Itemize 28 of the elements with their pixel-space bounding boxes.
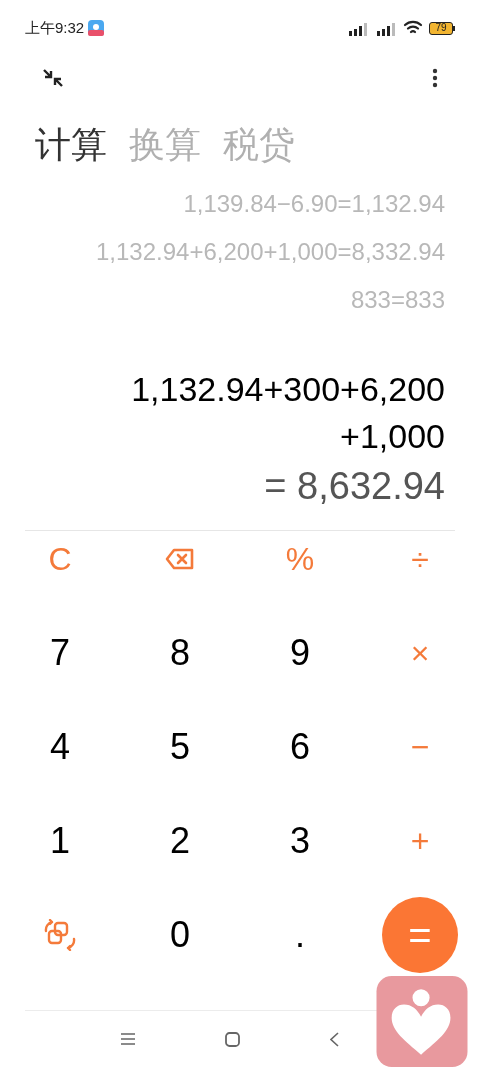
status-time: 上午9:32 (25, 17, 85, 38)
digit-key[interactable]: . (240, 888, 360, 982)
digit-key[interactable]: 0 (120, 888, 240, 982)
tab[interactable]: 计算 (35, 127, 107, 163)
wifi-icon (403, 20, 423, 36)
battery-indicator: 79 (429, 21, 455, 35)
digit-key[interactable]: 5 (120, 700, 240, 794)
digit-key[interactable]: 8 (120, 606, 240, 700)
digit-key[interactable]: 6 (240, 700, 360, 794)
notification-app-icon (88, 20, 105, 36)
signal-icon (347, 20, 369, 36)
digit-key[interactable]: 2 (120, 794, 240, 888)
digit-key[interactable]: 7 (0, 606, 120, 700)
collapse-icon[interactable] (42, 68, 64, 88)
signal-icon (375, 20, 397, 36)
result-text: = 8,632.94 (264, 464, 445, 509)
menu-icon[interactable] (121, 1033, 135, 1045)
more-icon[interactable] (432, 68, 438, 88)
expression-line: +1,000 (340, 416, 445, 457)
digit-key[interactable]: 4 (0, 700, 120, 794)
swap-icon[interactable] (43, 919, 77, 951)
backspace-icon[interactable] (165, 548, 195, 570)
back-icon[interactable] (330, 1031, 339, 1047)
expression-line: 1,132.94+300+6,200 (131, 369, 445, 410)
digit-key[interactable]: 3 (240, 794, 360, 888)
home-icon[interactable] (225, 1031, 240, 1047)
digit-key[interactable]: 9 (240, 606, 360, 700)
digit-key[interactable]: 1 (0, 794, 120, 888)
